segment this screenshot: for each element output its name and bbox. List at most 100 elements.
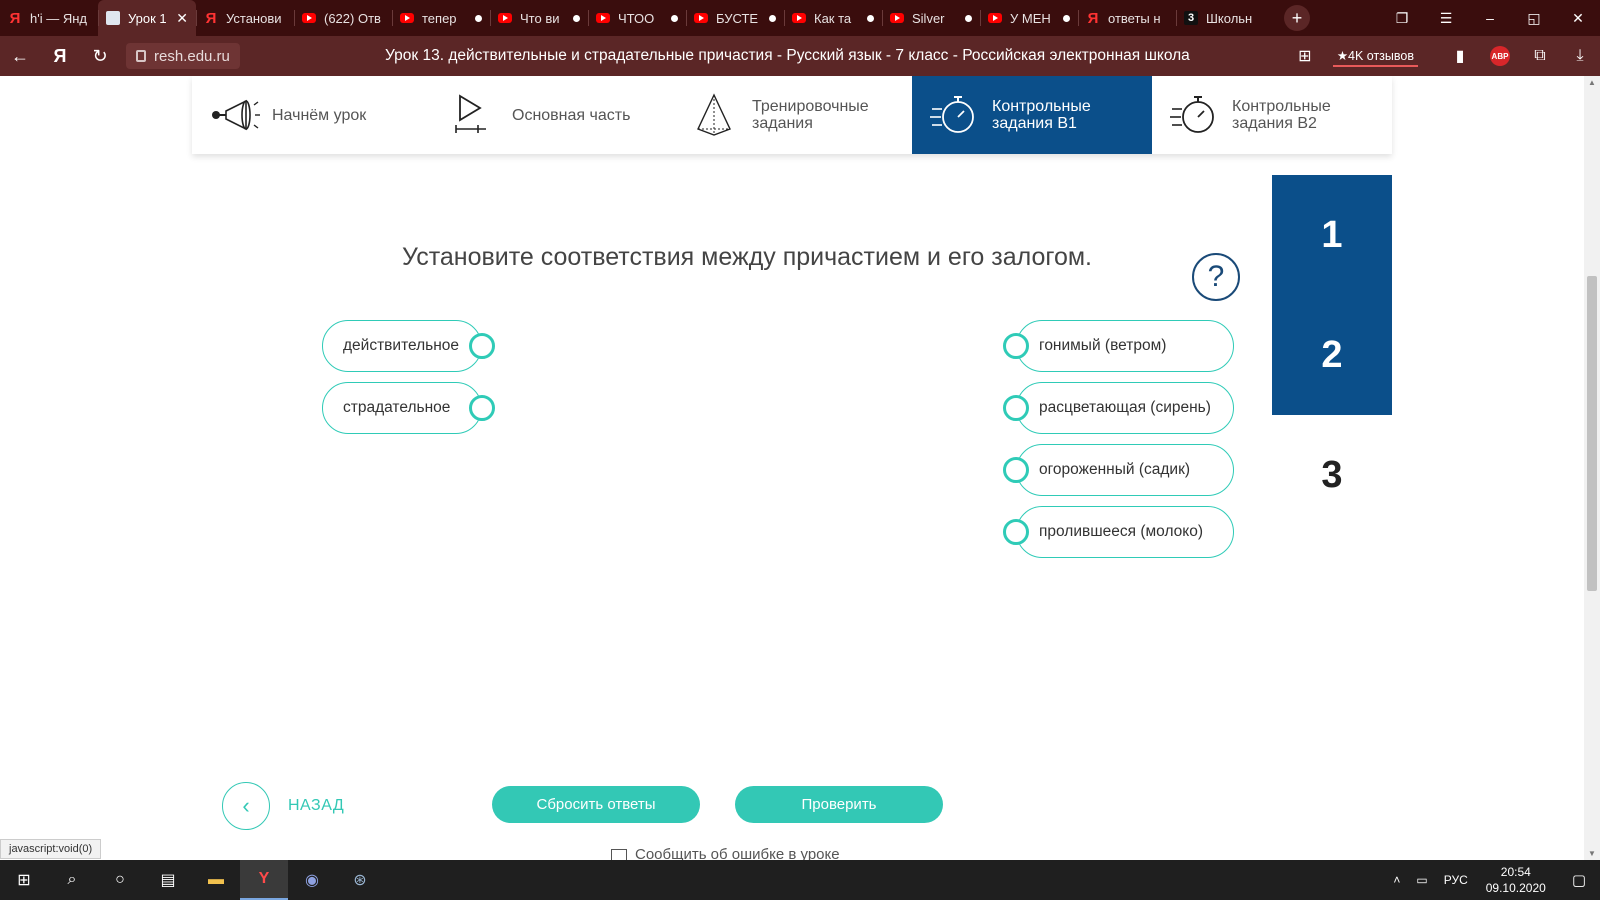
connector-node[interactable] bbox=[469, 395, 495, 421]
browser-tab[interactable]: Что ви bbox=[490, 0, 588, 36]
browser-tab[interactable]: 3 Школьн bbox=[1176, 0, 1274, 36]
url-field[interactable]: resh.edu.ru bbox=[126, 43, 240, 69]
yandex-logo-icon[interactable]: Я bbox=[40, 46, 80, 67]
connector-node[interactable] bbox=[1003, 333, 1029, 359]
left-item-2[interactable]: страдательное bbox=[322, 382, 495, 434]
left-item-label: действительное bbox=[343, 337, 460, 354]
lesson-step-2[interactable]: Основная часть bbox=[432, 76, 672, 154]
connector-node[interactable] bbox=[1003, 395, 1029, 421]
notifications-icon[interactable]: ▢ bbox=[1572, 871, 1586, 889]
discord-icon[interactable]: ◉ bbox=[288, 860, 336, 900]
left-item-1[interactable]: действительное bbox=[322, 320, 495, 372]
window-controls: ❐ ☰ – ◱ ✕ bbox=[1380, 0, 1600, 36]
yandex-browser-icon[interactable]: Y bbox=[240, 860, 288, 900]
lesson-step-label: Тренировочные задания bbox=[752, 98, 869, 132]
audio-dot-icon bbox=[573, 14, 580, 22]
play-icon bbox=[450, 93, 502, 137]
scrollbar-thumb[interactable] bbox=[1587, 276, 1597, 591]
lock-icon bbox=[136, 50, 146, 62]
back-arrow-icon[interactable]: ← bbox=[0, 46, 40, 67]
browser-tab[interactable]: Я Установи bbox=[196, 0, 294, 36]
browser-tab[interactable]: У МЕН bbox=[980, 0, 1078, 36]
yandex-icon: Я bbox=[1087, 9, 1099, 27]
windows-start-icon[interactable]: ⊞ bbox=[0, 860, 48, 900]
lesson-step-1[interactable]: Начнём урок bbox=[192, 76, 432, 154]
browser-tab[interactable]: тепер bbox=[392, 0, 490, 36]
right-item-2[interactable]: расцветающая (сирень) bbox=[1003, 382, 1234, 434]
browser-tab-title: ЧТОО bbox=[618, 10, 655, 26]
browser-tab[interactable]: Урок 1 ✕ bbox=[98, 0, 196, 36]
youtube-icon bbox=[694, 13, 708, 23]
language-indicator[interactable]: РУС bbox=[1444, 873, 1468, 887]
lesson-step-5[interactable]: Контрольные задания В2 bbox=[1152, 76, 1392, 154]
browser-tab[interactable]: Яответы н bbox=[1078, 0, 1176, 36]
reviews-badge[interactable]: ★4K отзывов bbox=[1332, 46, 1418, 67]
task-question: Установите соответствия между причастием… bbox=[401, 243, 1092, 271]
lesson-step-4[interactable]: Контрольные задания В1 bbox=[912, 76, 1152, 154]
browser-tab[interactable]: Яh'i — Янд bbox=[0, 0, 98, 36]
page-scrollbar[interactable]: ▲ ▼ bbox=[1584, 76, 1600, 860]
scroll-up-icon[interactable]: ▲ bbox=[1584, 78, 1600, 87]
browser-tab[interactable]: БУСТЕ bbox=[686, 0, 784, 36]
browser-tab-bar: Яh'i — Янд Урок 1 ✕ Я Установи (622) Отв тепер… bbox=[0, 0, 1600, 36]
task-number-1[interactable]: 1 bbox=[1272, 175, 1392, 295]
report-error-link[interactable]: Сообщить об ошибке в уроке bbox=[611, 846, 840, 860]
tab-close-icon[interactable]: ✕ bbox=[176, 10, 188, 27]
help-icon[interactable]: ? bbox=[1192, 253, 1240, 301]
browser-tab[interactable]: ЧТОО bbox=[588, 0, 686, 36]
network-icon[interactable]: ▭ bbox=[1416, 873, 1427, 887]
tabs-icon[interactable]: ❐ bbox=[1380, 10, 1424, 27]
browser-tab-title: Урок 1 bbox=[128, 10, 167, 26]
connector-node[interactable] bbox=[1003, 519, 1029, 545]
connector-node[interactable] bbox=[469, 333, 495, 359]
youtube-icon bbox=[302, 13, 316, 23]
translate-icon[interactable]: ⊞ bbox=[1285, 46, 1325, 66]
cortana-icon[interactable]: ○ bbox=[96, 860, 144, 900]
download-icon[interactable]: ⤓ bbox=[1560, 47, 1600, 65]
scroll-down-icon[interactable]: ▼ bbox=[1584, 849, 1600, 858]
restore-icon[interactable]: ◱ bbox=[1512, 10, 1556, 27]
audio-dot-icon bbox=[965, 14, 972, 22]
browser-tab-title: У МЕН bbox=[1010, 10, 1051, 26]
report-error-label: Сообщить об ошибке в уроке bbox=[635, 846, 840, 860]
reset-answers-button[interactable]: Сбросить ответы bbox=[492, 786, 700, 823]
minimize-icon[interactable]: – bbox=[1468, 10, 1512, 26]
browser-tab[interactable]: Как та bbox=[784, 0, 882, 36]
file-explorer-icon[interactable]: ▬ bbox=[192, 860, 240, 900]
yandex-icon: Я bbox=[205, 9, 217, 27]
search-icon[interactable]: ⌕ bbox=[48, 860, 96, 900]
task-view-icon[interactable]: ▤ bbox=[144, 860, 192, 900]
url-text: resh.edu.ru bbox=[154, 47, 230, 65]
browser-tab[interactable]: (622) Отв bbox=[294, 0, 392, 36]
browser-tab[interactable]: Silver bbox=[882, 0, 980, 36]
close-icon[interactable]: ✕ bbox=[1556, 10, 1600, 27]
new-tab-button[interactable]: + bbox=[1284, 5, 1310, 31]
task-number-2[interactable]: 2 bbox=[1272, 295, 1392, 415]
right-item-4[interactable]: пролившееся (молоко) bbox=[1003, 506, 1234, 558]
bookmark-icon[interactable]: ▮ bbox=[1440, 46, 1480, 66]
task-number-3[interactable]: 3 bbox=[1272, 415, 1392, 535]
browser-tab-title: ответы н bbox=[1108, 10, 1161, 26]
right-item-label: гонимый (ветром) bbox=[1039, 337, 1167, 354]
browser-tab-title: Как та bbox=[814, 10, 852, 26]
system-tray: ˄ ▭ РУС 20:54 09.10.2020 ▢ bbox=[1385, 860, 1600, 900]
youtube-icon bbox=[498, 13, 512, 23]
chevron-up-icon[interactable]: ˄ bbox=[1393, 873, 1400, 887]
right-item-3[interactable]: огороженный (садик) bbox=[1003, 444, 1234, 496]
clock[interactable]: 20:54 09.10.2020 bbox=[1486, 864, 1546, 896]
yandex-icon: Я bbox=[9, 9, 21, 27]
megaphone-icon bbox=[210, 93, 262, 137]
connector-node[interactable] bbox=[1003, 457, 1029, 483]
right-item-1[interactable]: гонимый (ветром) bbox=[1003, 320, 1234, 372]
lesson-step-3[interactable]: Тренировочные задания bbox=[672, 76, 912, 154]
reload-icon[interactable]: ↻ bbox=[80, 46, 120, 67]
audio-dot-icon bbox=[769, 14, 776, 22]
menu-icon[interactable]: ☰ bbox=[1424, 10, 1468, 27]
steam-icon[interactable]: ⊛ bbox=[336, 860, 384, 900]
youtube-icon bbox=[596, 13, 610, 23]
adblock-icon[interactable]: ABP bbox=[1490, 46, 1510, 66]
collections-icon[interactable]: ⧉ bbox=[1520, 47, 1560, 65]
right-item-label: огороженный (садик) bbox=[1039, 461, 1191, 478]
check-button[interactable]: Проверить bbox=[735, 786, 943, 823]
back-link[interactable]: ‹ НАЗАД bbox=[222, 782, 344, 830]
